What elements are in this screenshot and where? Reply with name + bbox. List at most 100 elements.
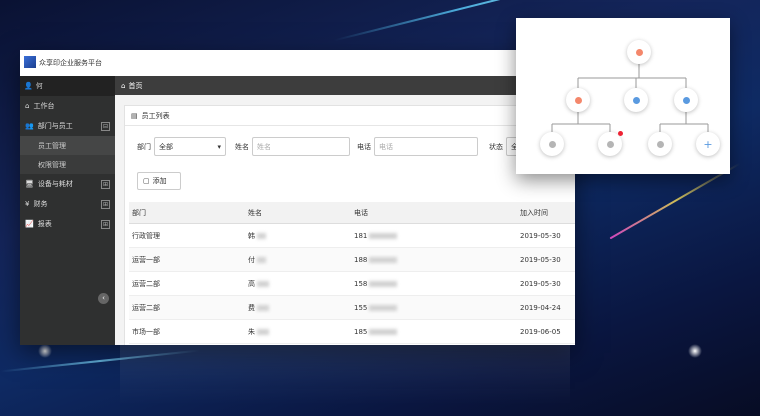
breadcrumb-home[interactable]: 首页 bbox=[128, 81, 142, 91]
name-text: 费 bbox=[248, 303, 255, 312]
vacant-avatar-icon bbox=[606, 140, 614, 148]
app-title: 众享印企业服务平台 bbox=[39, 59, 102, 67]
panel-header: ▤ 员工列表 bbox=[125, 106, 575, 126]
chevron-down-icon: ▾ bbox=[217, 142, 221, 151]
user-name: 何 bbox=[35, 82, 43, 90]
org-node-member[interactable] bbox=[648, 132, 672, 156]
cell-dept: 行政管理 bbox=[129, 223, 245, 248]
table-row[interactable]: 运营二部 费 155 2019-04-24 bbox=[129, 295, 575, 320]
cell-name: 朱 bbox=[245, 319, 351, 344]
org-node-root[interactable] bbox=[627, 40, 651, 64]
sidebar-item-departments[interactable]: 👥 部门与员工 ⊟ bbox=[20, 116, 115, 136]
cell-join-date: 2019-06-05 bbox=[517, 319, 575, 344]
vacant-avatar-icon bbox=[548, 140, 556, 148]
yen-icon: ¥ bbox=[25, 200, 30, 208]
sidebar-item-label: 设备与耗材 bbox=[37, 180, 73, 188]
female-avatar-icon bbox=[635, 48, 643, 56]
employee-table: 部门 姓名 电话 加入时间 行政管理 韩 181 2019-05-30 运营一部 bbox=[129, 202, 575, 344]
home-icon: ⌂ bbox=[121, 81, 126, 90]
org-node-member[interactable] bbox=[598, 131, 623, 156]
cell-phone: 158 bbox=[351, 271, 517, 296]
redacted-text bbox=[257, 256, 266, 263]
cell-phone: 185 bbox=[351, 319, 517, 344]
column-header-join-date[interactable]: 加入时间 bbox=[517, 202, 575, 224]
cell-phone: 188 bbox=[351, 247, 517, 272]
org-node-manager[interactable] bbox=[566, 88, 590, 112]
notification-badge bbox=[618, 131, 623, 136]
column-header-dept[interactable]: 部门 bbox=[129, 202, 245, 224]
expand-icon[interactable]: ⊞ bbox=[101, 180, 110, 189]
cell-join-date: 2019-04-24 bbox=[517, 295, 575, 320]
phone-label: 电话 bbox=[357, 142, 371, 151]
top-bar: 众享印企业服务平台 bbox=[20, 50, 575, 77]
plus-icon: + bbox=[703, 137, 713, 151]
cell-name: 韩 bbox=[245, 223, 351, 248]
window-reflection bbox=[120, 345, 570, 405]
panel-title: 员工列表 bbox=[141, 111, 170, 120]
male-avatar-icon bbox=[682, 96, 690, 104]
expand-icon[interactable]: ⊞ bbox=[101, 220, 110, 229]
add-button[interactable]: ▢ 添加 bbox=[137, 172, 181, 190]
sidebar: 👤 何 ⌂ 工作台 👥 部门与员工 ⊟ 员工管理 权限管理 🖥 设备与耗材 ⊞ … bbox=[20, 76, 115, 345]
name-text: 付 bbox=[248, 255, 255, 264]
redacted-text bbox=[369, 280, 398, 287]
phone-text: 185 bbox=[354, 327, 368, 336]
cell-name: 费 bbox=[245, 295, 351, 320]
phone-input[interactable]: 电话 bbox=[374, 137, 478, 156]
sidebar-item-dashboard[interactable]: ⌂ 工作台 bbox=[20, 96, 115, 116]
sidebar-item-reports[interactable]: 📈 报表 ⊞ bbox=[20, 214, 115, 234]
phone-filter: 电话 电话 bbox=[357, 137, 478, 156]
phone-text: 155 bbox=[354, 303, 368, 312]
people-icon: 👥 bbox=[25, 122, 34, 130]
cell-name: 付 bbox=[245, 247, 351, 272]
table-row[interactable]: 运营二部 高 158 2019-05-30 bbox=[129, 271, 575, 296]
org-node-manager[interactable] bbox=[624, 88, 648, 112]
sidebar-item-label: 部门与员工 bbox=[37, 122, 73, 130]
light-flare bbox=[38, 344, 52, 358]
sidebar-item-devices[interactable]: 🖥 设备与耗材 ⊞ bbox=[20, 174, 115, 194]
light-flare bbox=[688, 344, 702, 358]
cell-dept: 市场一部 bbox=[129, 319, 245, 344]
name-text: 高 bbox=[248, 279, 255, 288]
dept-select-value: 全部 bbox=[159, 142, 173, 151]
sidebar-collapse-button[interactable]: ‹ bbox=[98, 293, 109, 304]
org-node-member[interactable] bbox=[540, 132, 564, 156]
collapse-icon[interactable]: ⊟ bbox=[101, 122, 110, 131]
expand-icon[interactable]: ⊞ bbox=[101, 200, 110, 209]
add-button-label: 添加 bbox=[152, 177, 167, 185]
org-add-node-button[interactable]: + bbox=[696, 132, 720, 156]
column-header-name[interactable]: 姓名 bbox=[245, 202, 351, 224]
sidebar-item-label: 工作台 bbox=[33, 102, 55, 110]
phone-text: 188 bbox=[354, 255, 368, 264]
sidebar-item-label: 财务 bbox=[33, 200, 48, 208]
cell-name: 高 bbox=[245, 271, 351, 296]
name-filter: 姓名 姓名 bbox=[235, 137, 350, 156]
device-icon: 🖥 bbox=[25, 180, 34, 188]
name-input[interactable]: 姓名 bbox=[252, 137, 350, 156]
cell-join-date: 2019-05-30 bbox=[517, 247, 575, 272]
name-label: 姓名 bbox=[235, 142, 249, 151]
cell-dept: 运营二部 bbox=[129, 295, 245, 320]
light-streak bbox=[609, 162, 741, 240]
table-row[interactable]: 市场一部 朱 185 2019-06-05 bbox=[129, 319, 575, 344]
redacted-text bbox=[369, 328, 398, 335]
cell-phone: 155 bbox=[351, 295, 517, 320]
sidebar-subitem-permissions[interactable]: 权限管理 bbox=[20, 155, 115, 174]
logo bbox=[24, 56, 36, 68]
main-content: ⌂ 首页 ▤ 员工列表 部门 全部 ▾ 姓名 姓名 电话 电话 状态 全 ▢ 添… bbox=[115, 76, 575, 345]
dept-select[interactable]: 全部 ▾ bbox=[154, 137, 226, 156]
status-label: 状态 bbox=[489, 142, 503, 151]
sidebar-item-finance[interactable]: ¥ 财务 ⊞ bbox=[20, 194, 115, 214]
user-info[interactable]: 👤 何 bbox=[20, 76, 115, 96]
employee-panel: ▤ 员工列表 部门 全部 ▾ 姓名 姓名 电话 电话 状态 全 ▢ 添加 部门 … bbox=[124, 105, 575, 345]
sidebar-subitem-employees[interactable]: 员工管理 bbox=[20, 136, 115, 155]
home-icon: ⌂ bbox=[25, 102, 30, 110]
table-row[interactable]: 运营一部 付 188 2019-05-30 bbox=[129, 247, 575, 272]
breadcrumb: ⌂ 首页 bbox=[115, 76, 575, 95]
redacted-text bbox=[369, 232, 398, 239]
redacted-text bbox=[257, 280, 269, 287]
dept-filter: 部门 全部 ▾ bbox=[137, 137, 226, 156]
column-header-phone[interactable]: 电话 bbox=[351, 202, 517, 224]
table-row[interactable]: 行政管理 韩 181 2019-05-30 bbox=[129, 223, 575, 248]
org-node-manager[interactable] bbox=[674, 88, 698, 112]
